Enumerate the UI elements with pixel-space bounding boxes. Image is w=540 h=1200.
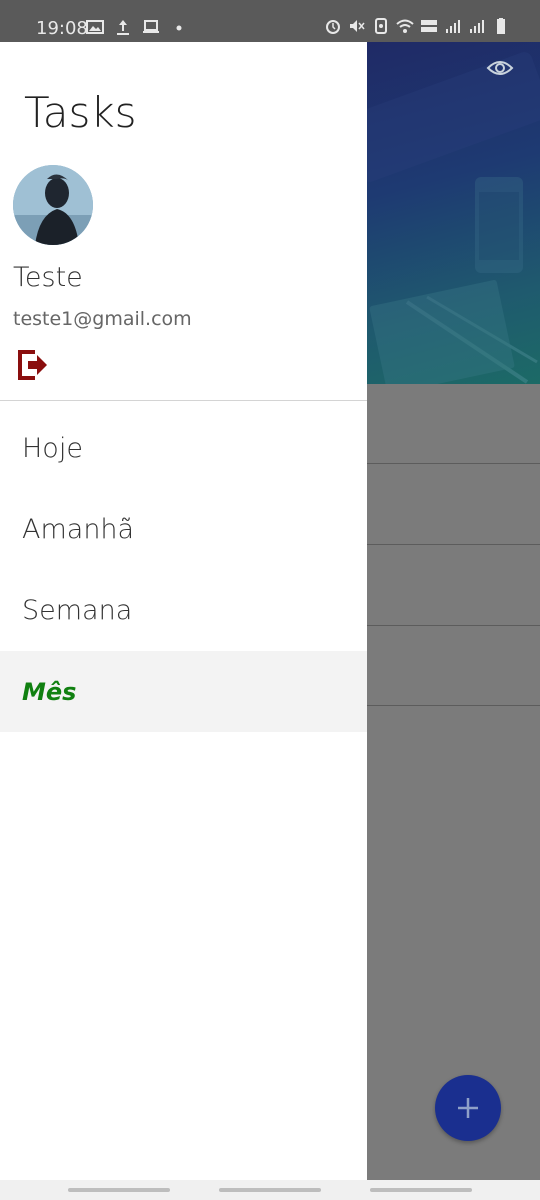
avatar-photo [13,165,93,245]
divider [367,625,540,626]
status-bar: 19:08 [0,0,540,42]
data-saver-icon [375,18,387,34]
menu-item-hoje[interactable]: Hoje [0,408,367,489]
system-navigation-bar [0,1180,540,1200]
navigation-drawer: Tasks Teste teste1@gmail.com Hoje Amanhã [0,42,367,1180]
logout-icon[interactable] [17,348,49,382]
upload-notification-icon [117,20,129,35]
menu-item-label: Hoje [22,433,83,464]
menu-item-mes[interactable]: Mês [0,651,367,732]
header-image [367,42,540,384]
laptop-notification-icon [143,20,159,33]
battery-icon [497,18,505,34]
add-task-button[interactable] [435,1075,501,1141]
signal-icon [446,20,460,33]
user-name: Teste [13,262,83,293]
background-task-list [367,42,540,1180]
status-time: 19:08 [36,18,88,39]
menu-list: Hoje Amanhã Semana Mês [0,408,367,732]
back-button[interactable] [370,1188,472,1192]
signal-2-icon [470,20,484,33]
menu-item-amanha[interactable]: Amanhã [0,489,367,570]
recent-apps-button[interactable] [68,1188,170,1192]
home-button[interactable] [219,1188,321,1192]
menu-item-label: Semana [22,595,133,626]
divider [367,463,540,464]
user-email: teste1@gmail.com [13,308,192,330]
drawer-divider [0,400,367,401]
eye-icon[interactable] [486,56,514,80]
header-image-illustration [367,52,540,384]
menu-item-label: Mês [22,677,77,706]
status-left-icons [86,19,188,35]
plus-icon [458,1098,478,1118]
drawer-title: Tasks [24,88,137,137]
menu-item-label: Amanhã [22,514,135,545]
image-notification-icon [86,20,104,34]
divider [367,544,540,545]
menu-item-semana[interactable]: Semana [0,570,367,651]
volte-icon [421,20,437,32]
status-right-icons [324,18,510,34]
mute-icon [350,20,365,32]
avatar[interactable] [13,165,93,245]
app-screen: 19:08 Tasks Teste teste1@gmail.com Hoje … [0,0,540,1200]
wifi-icon [396,19,414,33]
alarm-icon [326,20,340,34]
more-dot-icon [176,25,182,31]
divider [367,705,540,706]
